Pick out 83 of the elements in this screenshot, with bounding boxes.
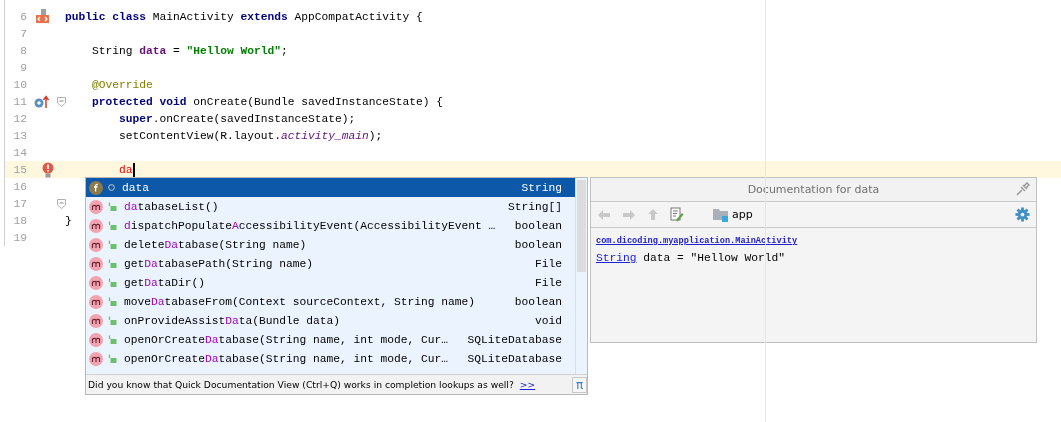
folder-icon: [713, 207, 729, 222]
lock-icon: [108, 297, 117, 306]
line-number: 16: [12, 180, 27, 193]
method-icon: [89, 332, 103, 347]
method-icon: [89, 218, 103, 233]
line-number: 18: [12, 214, 27, 227]
pin-icon[interactable]: [1016, 182, 1030, 196]
method-icon: [89, 275, 103, 290]
lock-icon: [108, 221, 117, 230]
field-icon: [89, 180, 103, 195]
item-name: data: [122, 181, 150, 194]
item-name: dispatchPopulateAccessibilityEvent(AccessibilityEvent …: [124, 219, 497, 232]
completion-item[interactable]: deleteDatabase(String name) boolean: [86, 235, 575, 254]
line-number: 19: [12, 231, 27, 244]
line-number: 8: [19, 44, 27, 57]
edit-source-icon[interactable]: [670, 207, 684, 222]
completion-item[interactable]: openOrCreateDatabase(String name, int mode, Cur… SQLiteDatabase: [86, 349, 575, 368]
completion-item[interactable]: dispatchPopulateAccessibilityEvent(AccessibilityEvent … boolean: [86, 216, 575, 235]
item-name: databaseList(): [124, 200, 220, 213]
item-name: openOrCreateDatabase(String name, int mode, Cur…: [124, 333, 450, 346]
method-icon: [89, 351, 103, 366]
line-number: 7: [19, 27, 27, 40]
item-name: deleteDatabase(String name): [124, 238, 308, 251]
completion-item[interactable]: moveDatabaseFrom(Context sourceContext, String name) boolean: [86, 292, 575, 311]
class-link[interactable]: com.dicoding.myapplication.MainActivity: [596, 236, 1031, 246]
completion-item[interactable]: openOrCreateDatabase(String name, int mode, Cur… SQLiteDatabase: [86, 330, 575, 349]
forward-icon[interactable]: [622, 208, 636, 221]
declaration-text: data = "Hellow World": [642, 252, 786, 264]
method-icon: [89, 313, 103, 328]
lock-icon: [108, 278, 117, 287]
item-name: openOrCreateDatabase(String name, int mode, Cur…: [124, 352, 450, 365]
completion-item[interactable]: getDatabasePath(String name) File: [86, 254, 575, 273]
dot-icon: [108, 184, 115, 191]
lightbulb-icon[interactable]: [42, 161, 54, 178]
type-link[interactable]: String: [596, 252, 637, 264]
item-name: getDatabasePath(String name): [124, 257, 315, 270]
back-icon[interactable]: [597, 208, 611, 221]
item-name: moveDatabaseFrom(Context sourceContext, String name): [124, 295, 477, 308]
lock-icon: [108, 354, 117, 363]
layout-icon[interactable]: [34, 8, 50, 25]
line-number: 12: [12, 112, 27, 125]
completion-item[interactable]: onProvideAssistData(Bundle data) void: [86, 311, 575, 330]
lock-icon: [108, 259, 117, 268]
line-number: 6: [19, 10, 27, 23]
override-icon[interactable]: [34, 94, 50, 109]
completion-item[interactable]: data String: [86, 178, 575, 197]
line-number: 14: [12, 146, 27, 159]
line-number: 11: [12, 95, 27, 108]
line-number: 10: [12, 78, 27, 91]
completion-item[interactable]: databaseList() String[]: [86, 197, 575, 216]
hint-text: Did you know that Quick Documentation View (Ctrl+Q) works in completion lookups as well?: [88, 379, 514, 390]
line-number: 9: [19, 61, 27, 74]
code-line: }: [65, 214, 72, 227]
more-link[interactable]: >>: [519, 379, 536, 390]
code-line: public class MainActivity extends AppCompatActivity {: [65, 10, 423, 23]
code-line: super.onCreate(savedInstanceState);: [118, 112, 356, 125]
line-number: 17: [12, 197, 27, 210]
fold-icon[interactable]: [57, 198, 66, 209]
code-line: protected void onCreate(Bundle savedInstanceState) {: [91, 95, 444, 108]
fold-icon[interactable]: [57, 96, 66, 107]
lock-icon: [108, 316, 117, 325]
popup-title: Documentation for data: [747, 183, 880, 196]
code-line: setContentView(R.layout.activity_main);: [118, 129, 383, 142]
method-icon: [89, 256, 103, 271]
completion-item[interactable]: getDataDir() File: [86, 273, 575, 292]
lock-icon: [108, 335, 117, 344]
method-icon: [89, 237, 103, 252]
code-line: da: [118, 162, 135, 177]
method-icon: [89, 294, 103, 309]
code-line: @Override: [91, 78, 153, 91]
scrollbar-thumb[interactable]: [577, 180, 586, 272]
line-number: 15: [12, 163, 27, 176]
line-number: 13: [12, 129, 27, 142]
pi-button[interactable]: π: [572, 376, 587, 393]
lock-icon: [108, 240, 117, 249]
item-name: onProvideAssistData(Bundle data): [124, 314, 342, 327]
code-line: String data = "Hellow World";: [91, 44, 288, 57]
method-icon: [89, 199, 103, 214]
up-icon[interactable]: [647, 208, 659, 221]
settings-icon[interactable]: [1015, 207, 1030, 222]
module-name: app: [732, 208, 753, 221]
item-name: getDataDir(): [124, 276, 207, 289]
lock-icon: [108, 202, 117, 211]
